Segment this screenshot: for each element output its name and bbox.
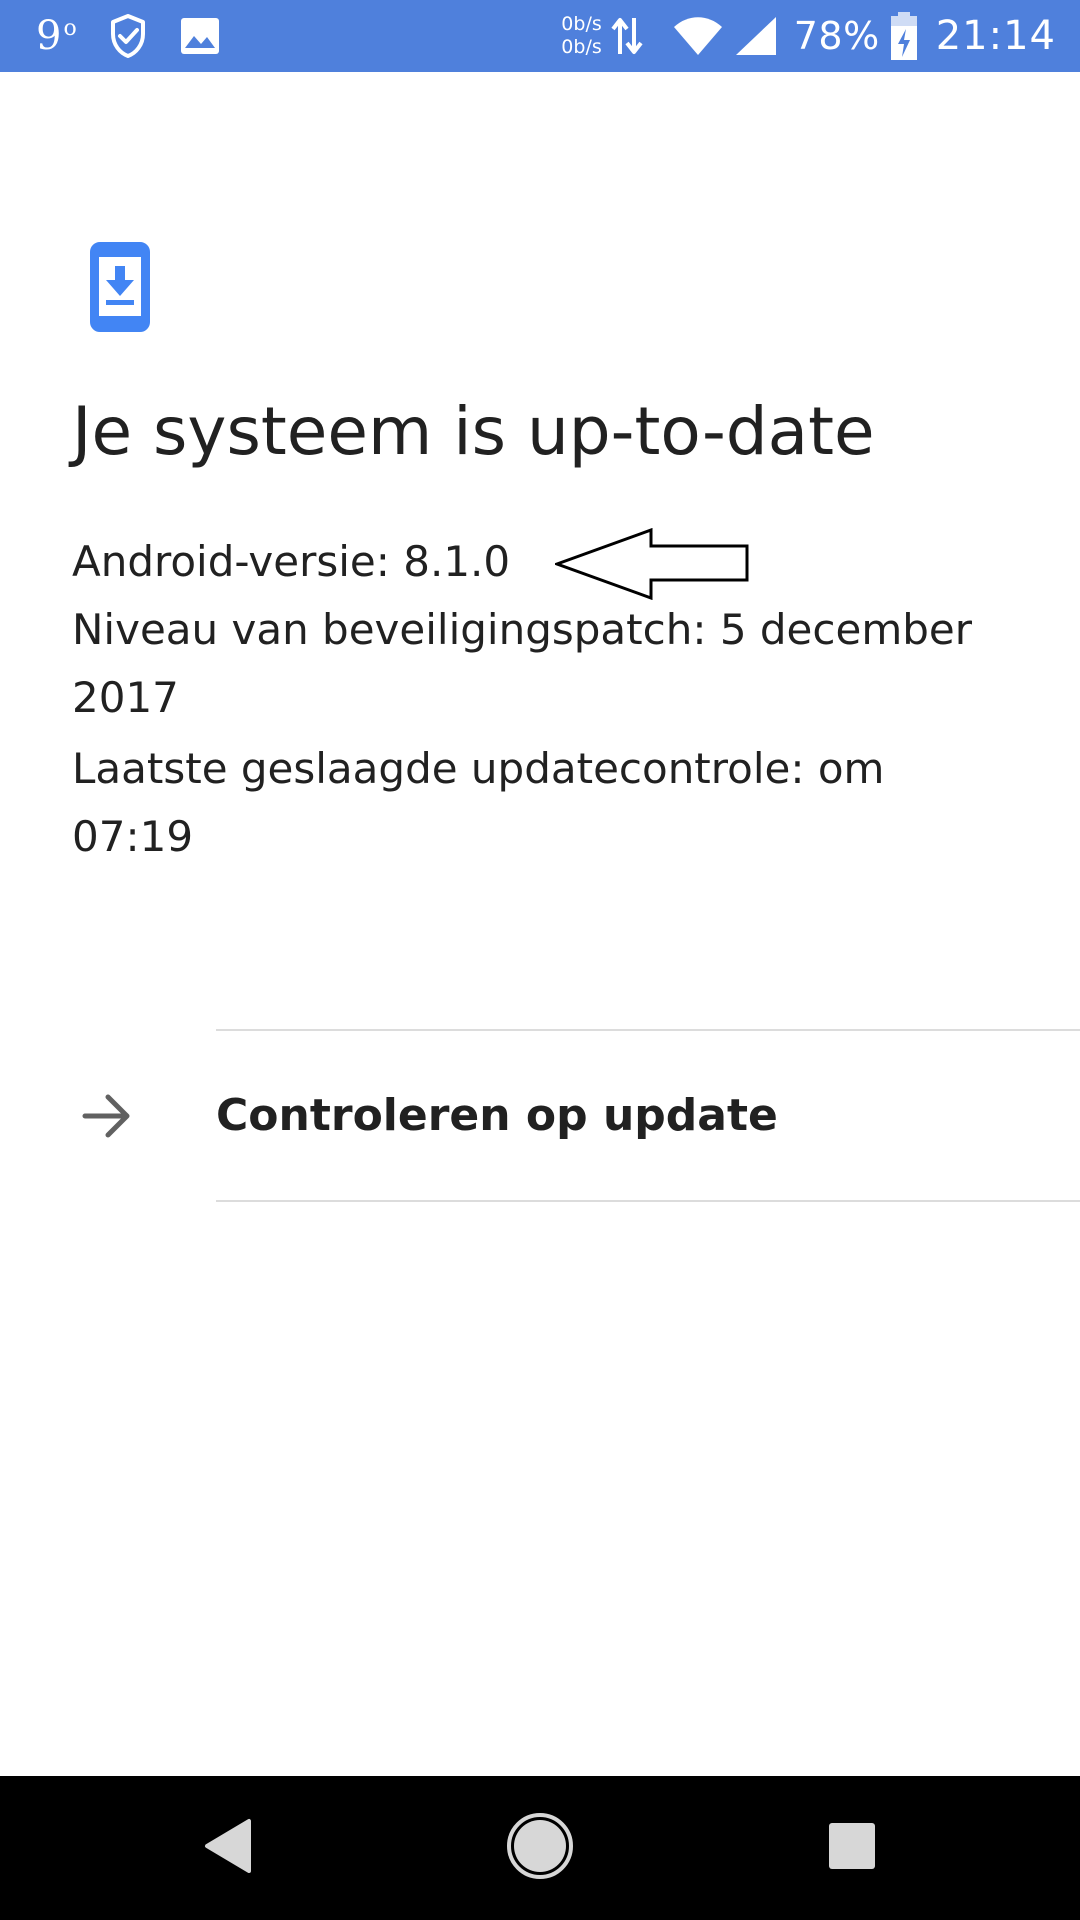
phone-download-icon xyxy=(90,242,150,332)
net-down-speed: 0b/s xyxy=(561,36,602,58)
back-button[interactable] xyxy=(158,1776,298,1920)
weather-indicator: 9o xyxy=(36,16,77,56)
recents-button[interactable] xyxy=(782,1776,922,1920)
version-info: Android-versie: 8.1.0 Niveau van beveili… xyxy=(72,528,1012,732)
check-for-update-label: Controleren op update xyxy=(216,1090,778,1141)
page-title: Je systeem is up-to-date xyxy=(72,393,875,470)
left-arrow-outline-icon xyxy=(552,527,750,601)
last-update-check: Laatste geslaagde updatecontrole: om 07:… xyxy=(72,744,885,861)
home-button[interactable] xyxy=(470,1776,610,1920)
screen: 9o 0b/s 0b/s 78% 21:14 Je systeem is up-… xyxy=(0,0,1080,1920)
weather-unit: o xyxy=(63,16,77,41)
wifi-icon xyxy=(672,15,724,57)
back-triangle-icon xyxy=(203,1818,253,1878)
shield-check-icon xyxy=(109,13,147,59)
recents-square-icon xyxy=(827,1821,877,1875)
status-left: 9o xyxy=(36,0,221,72)
clock: 21:14 xyxy=(935,13,1056,59)
arrow-right-icon xyxy=(82,1091,132,1141)
weather-temp: 9 xyxy=(36,13,62,59)
check-for-update-button[interactable]: Controleren op update xyxy=(0,1031,1080,1200)
status-bar: 9o 0b/s 0b/s 78% 21:14 xyxy=(0,0,1080,72)
battery-charging-icon xyxy=(890,12,918,60)
network-speed: 0b/s 0b/s xyxy=(561,13,601,59)
net-up-speed: 0b/s xyxy=(561,13,602,35)
status-right: 0b/s 0b/s 78% 21:14 xyxy=(561,0,1056,72)
data-transfer-icon xyxy=(610,14,644,58)
home-circle-icon xyxy=(506,1812,574,1884)
signal-icon xyxy=(734,15,778,57)
divider-bottom xyxy=(216,1200,1080,1202)
navigation-bar xyxy=(0,1776,1080,1920)
battery-percent: 78% xyxy=(793,14,880,58)
system-update-content: Je systeem is up-to-date Android-versie:… xyxy=(0,72,1080,1776)
security-patch-level: Niveau van beveiligingspatch: 5 december… xyxy=(72,605,973,722)
image-icon xyxy=(179,16,221,56)
android-version: Android-versie: 8.1.0 xyxy=(72,537,511,586)
